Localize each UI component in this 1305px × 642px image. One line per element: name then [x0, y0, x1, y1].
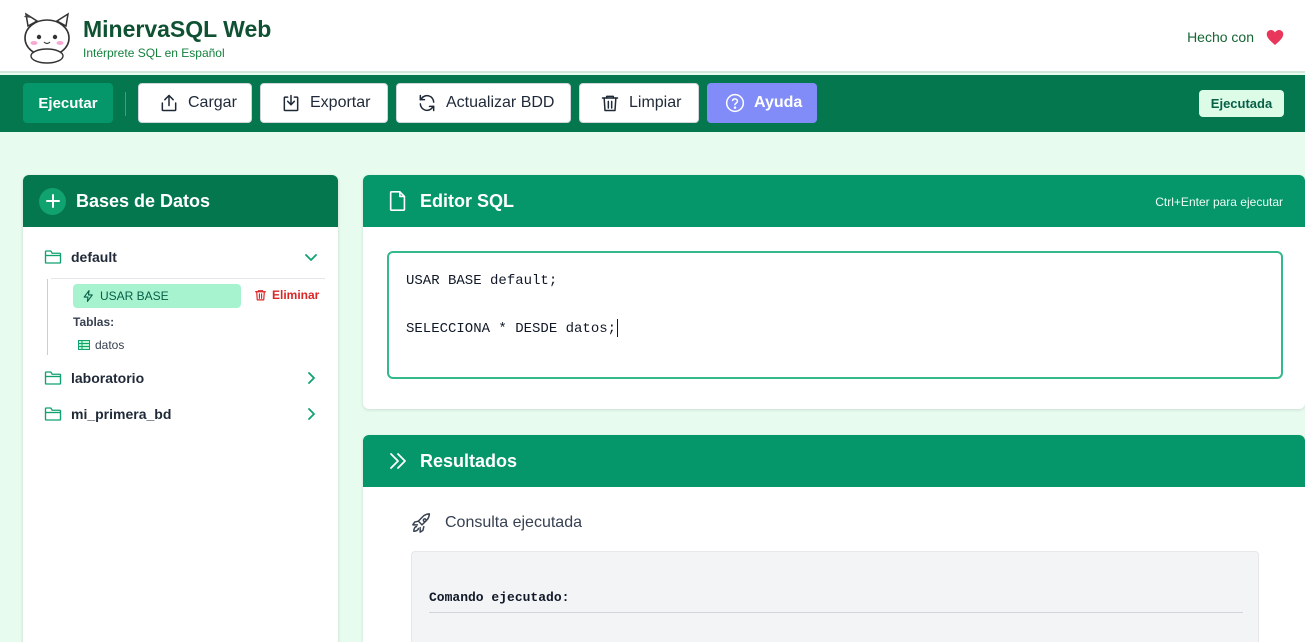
folder-icon — [44, 250, 62, 264]
results-title: Resultados — [420, 450, 518, 471]
sql-line-text: SELECCIONA * DESDE datos; — [406, 321, 617, 337]
app-header: MinervaSQL Web Intérprete SQL en Español… — [0, 0, 1305, 73]
command-label: Comando ejecutado: — [429, 590, 570, 605]
tables-label: Tablas: — [73, 315, 115, 329]
output-box: Comando ejecutado: — [411, 551, 1259, 642]
sql-editor-card: Editor SQL Ctrl+Enter para ejecutar USAR… — [363, 175, 1305, 409]
delete-label: Eliminar — [272, 288, 320, 302]
trash-icon — [255, 290, 266, 301]
delete-database-button[interactable]: Eliminar — [254, 288, 319, 302]
use-base-button[interactable]: USAR BASE — [73, 284, 241, 308]
folder-icon — [44, 371, 62, 385]
help-button-label: Ayuda — [754, 94, 803, 111]
refresh-db-button[interactable]: Actualizar BDD — [396, 83, 571, 123]
db-name: mi_primera_bd — [71, 406, 172, 422]
add-database-button[interactable] — [39, 187, 66, 215]
clear-button-label: Limpiar — [629, 94, 682, 111]
db-item-default[interactable]: default — [44, 246, 324, 268]
sql-editor-input[interactable]: USAR BASE default; SELECCIONA * DESDE da… — [387, 251, 1283, 379]
table-name: datos — [95, 338, 125, 352]
db-item-laboratorio[interactable]: laboratorio — [44, 367, 324, 389]
sql-line: USAR BASE default; — [406, 273, 558, 289]
db-name: default — [71, 249, 117, 265]
run-button[interactable]: Ejecutar — [23, 83, 113, 123]
results-card: Resultados Consulta ejecutada Comando ej… — [363, 435, 1305, 642]
load-button[interactable]: Cargar — [138, 83, 252, 123]
app-title: MinervaSQL Web — [83, 16, 272, 42]
export-button-label: Exportar — [310, 94, 371, 111]
clear-button[interactable]: Limpiar — [579, 83, 699, 123]
shortcut-hint: Ctrl+Enter para ejecutar — [1155, 195, 1283, 209]
app-subtitle: Intérprete SQL en Español — [83, 46, 225, 60]
sql-line-last: SELECCIONA * DESDE datos; — [406, 317, 1264, 341]
tree-line — [47, 279, 48, 355]
sidebar-header: Bases de Datos — [23, 175, 338, 227]
lightning-icon — [83, 290, 93, 302]
rocket-icon — [412, 513, 431, 533]
use-base-label: USAR BASE — [100, 289, 169, 303]
sidebar-title: Bases de Datos — [76, 190, 211, 211]
refresh-db-button-label: Actualizar BDD — [446, 94, 555, 111]
editor-header: Editor SQL Ctrl+Enter para ejecutar — [363, 175, 1305, 227]
load-button-label: Cargar — [188, 94, 237, 111]
status-badge: Ejecutada — [1199, 90, 1284, 117]
db-name: laboratorio — [71, 370, 145, 386]
query-status: Consulta ejecutada — [411, 512, 582, 534]
export-button[interactable]: Exportar — [260, 83, 388, 123]
query-status-text: Consulta ejecutada — [445, 514, 582, 531]
download-icon — [283, 94, 299, 112]
chevron-down-icon[interactable] — [304, 250, 318, 264]
toolbar: Ejecutar Cargar Exportar Actualizar BDD … — [0, 75, 1305, 132]
double-chevron-right-icon — [390, 453, 406, 469]
sql-line — [406, 293, 1264, 317]
run-button-label: Ejecutar — [38, 94, 98, 112]
table-item-datos[interactable]: datos — [78, 338, 124, 352]
cat-logo-icon — [24, 12, 70, 64]
file-icon — [389, 191, 406, 211]
db-divider — [51, 278, 325, 279]
question-circle-icon — [725, 93, 745, 113]
plus-icon — [45, 194, 60, 208]
trash-icon — [601, 95, 619, 112]
output-divider — [429, 612, 1243, 613]
toolbar-divider — [125, 92, 126, 116]
results-header: Resultados — [363, 435, 1305, 487]
editor-title: Editor SQL — [420, 190, 514, 211]
text-caret — [617, 319, 619, 338]
made-with-label: Hecho con — [1187, 29, 1254, 45]
folder-icon — [44, 407, 62, 421]
help-button[interactable]: Ayuda — [707, 83, 817, 123]
chevron-right-icon[interactable] — [304, 371, 318, 385]
databases-sidebar: Bases de Datos default USAR BASE Elimina… — [23, 175, 338, 642]
refresh-icon — [419, 94, 435, 112]
upload-icon — [161, 94, 177, 112]
table-icon — [78, 340, 90, 350]
heart-icon — [1266, 30, 1284, 45]
db-item-mi-primera-bd[interactable]: mi_primera_bd — [44, 403, 324, 425]
chevron-right-icon[interactable] — [304, 407, 318, 421]
